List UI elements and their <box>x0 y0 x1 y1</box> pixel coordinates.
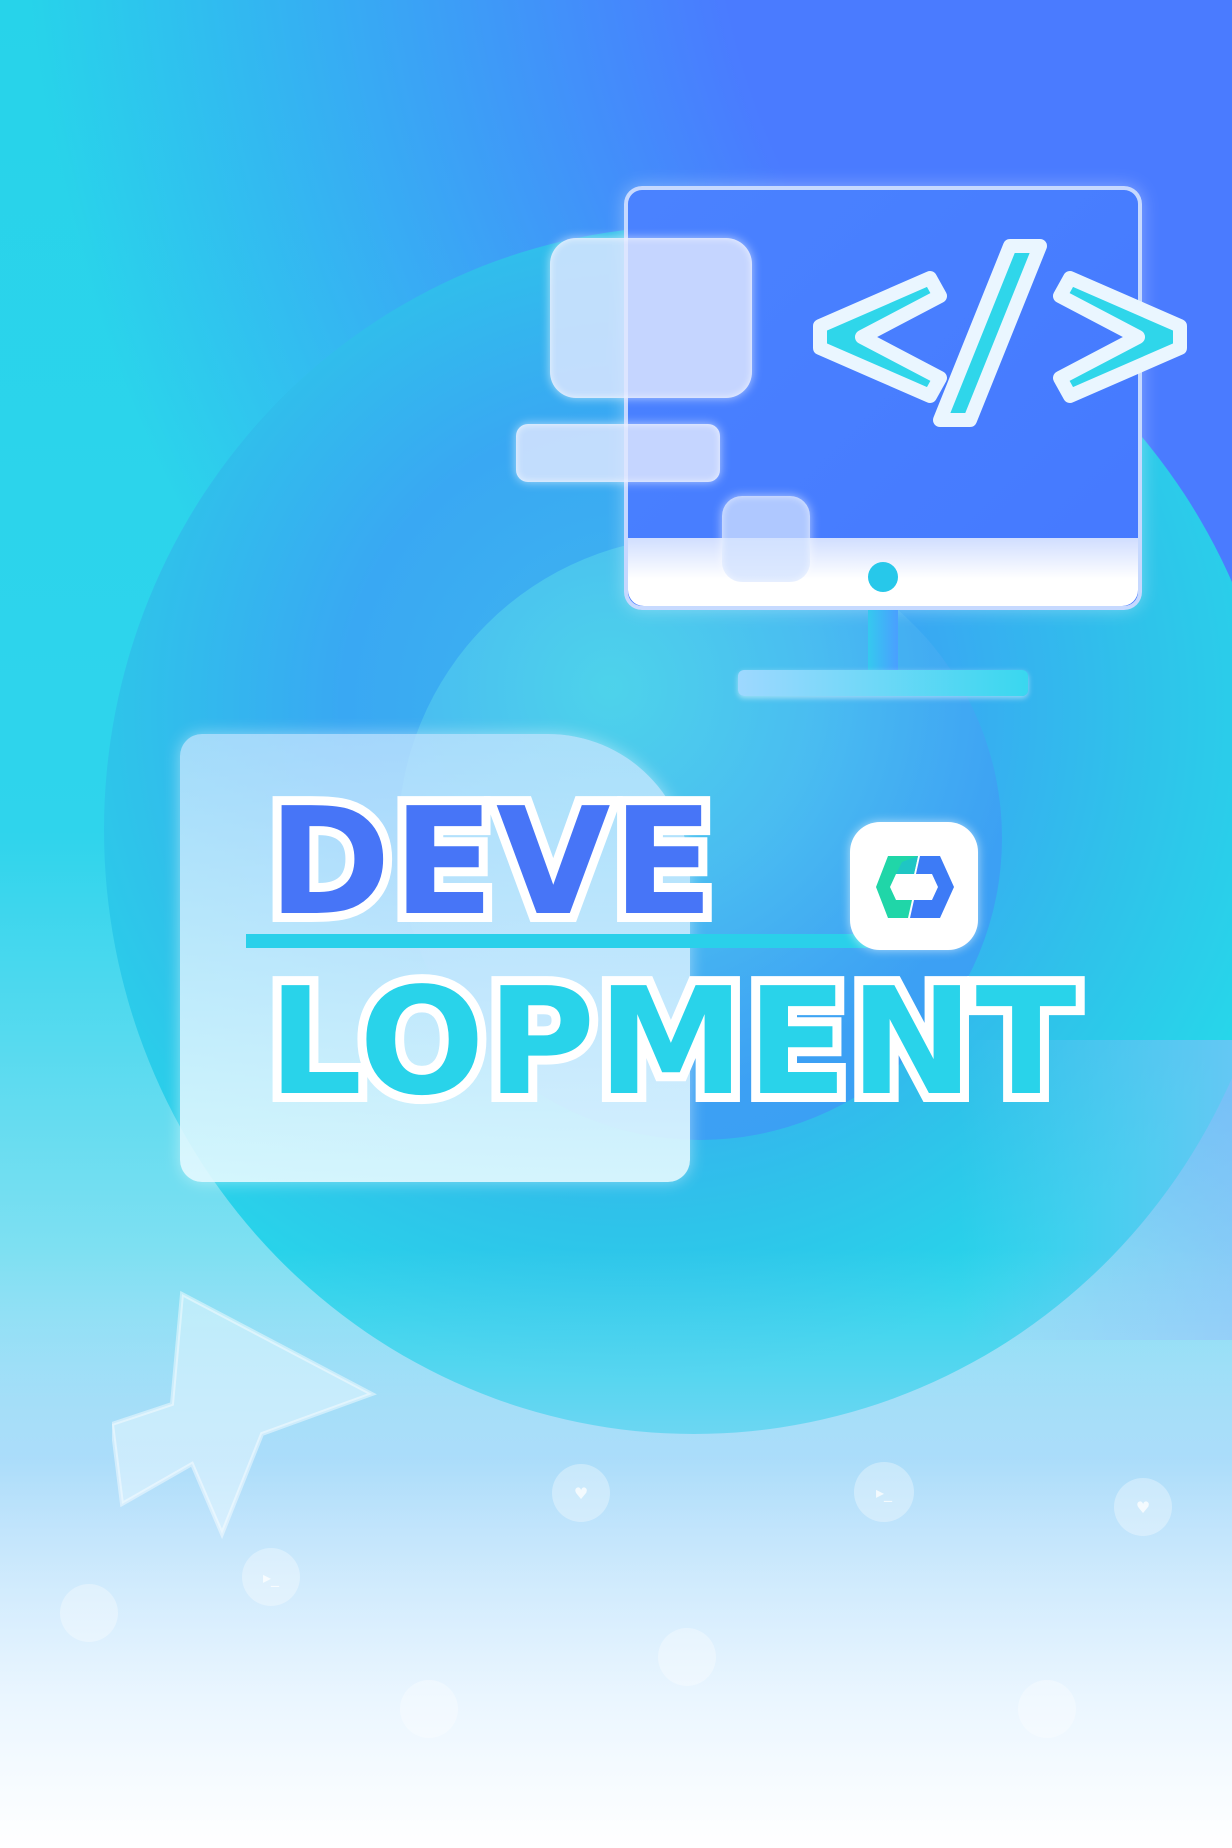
monitor-neck <box>868 610 898 674</box>
cursor-arrow-icon <box>112 1290 377 1540</box>
decorative-orb <box>658 1628 716 1686</box>
logo-icon <box>876 856 954 918</box>
terminal-icon: ▸_ <box>242 1548 300 1606</box>
decorative-orb <box>60 1584 118 1642</box>
glass-panel-bar <box>516 424 720 482</box>
glass-panel-large <box>550 238 752 398</box>
terminal-icon: ▸_ <box>854 1462 914 1522</box>
decorative-orb <box>1018 1680 1076 1738</box>
title-line-1: DEVE <box>259 776 723 948</box>
glass-panel-small <box>722 496 810 582</box>
monitor-power-dot <box>868 562 898 592</box>
poster-canvas: DEVE LOPMENT ♥ ▸_ ♥ ▸_ <box>0 0 1232 1848</box>
heart-icon: ♥ <box>1114 1478 1172 1536</box>
heart-icon: ♥ <box>552 1464 610 1522</box>
decorative-orb <box>400 1680 458 1738</box>
monitor-stand <box>738 670 1028 696</box>
title-line-2: LOPMENT <box>259 956 1086 1128</box>
code-brackets-icon <box>813 239 1187 427</box>
